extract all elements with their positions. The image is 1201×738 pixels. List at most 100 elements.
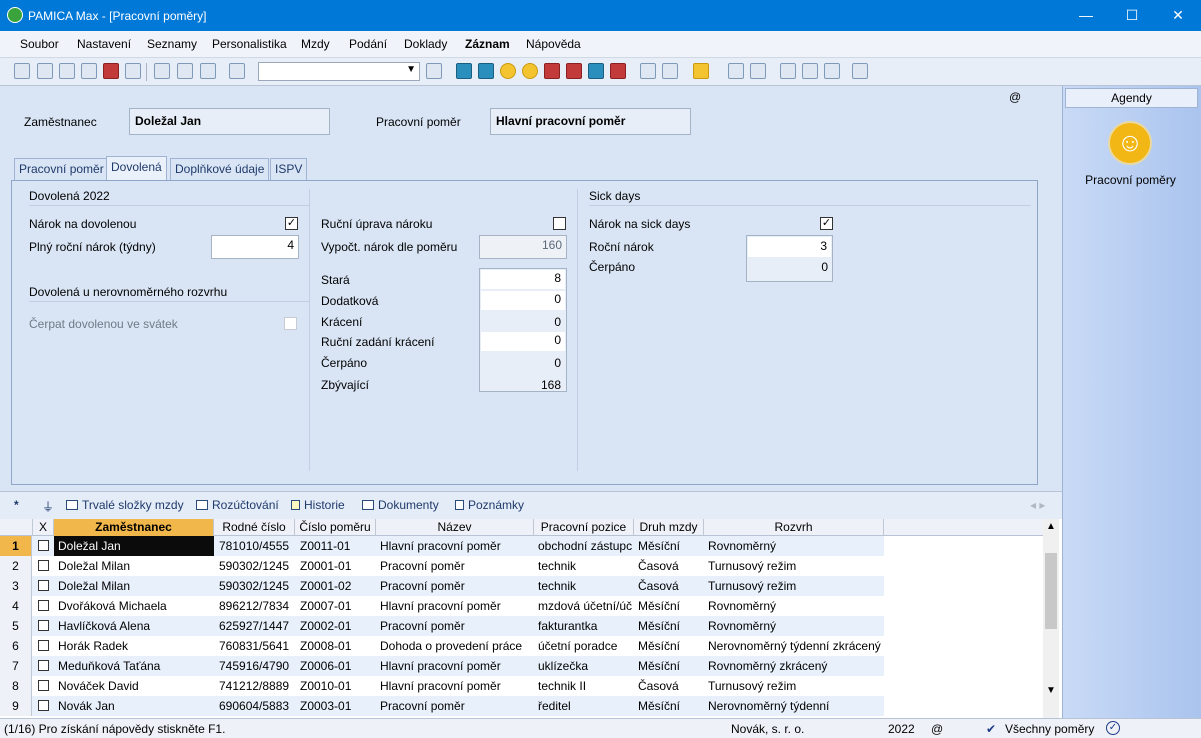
- grid-header-druh-mzdy[interactable]: Druh mzdy: [634, 519, 704, 536]
- list-icon[interactable]: [802, 63, 818, 79]
- agendy-item-label[interactable]: Pracovní poměry: [1063, 173, 1198, 187]
- tab-rozuctovani[interactable]: Rozúčtování: [196, 498, 279, 512]
- vertical-scrollbar[interactable]: ▲ ▼: [1043, 519, 1059, 718]
- minimize-button[interactable]: —: [1063, 0, 1109, 31]
- menu-soubor[interactable]: Soubor: [20, 37, 59, 51]
- confirm-icon[interactable]: ✓: [1106, 721, 1120, 735]
- dodatkova-input[interactable]: 0: [481, 291, 565, 310]
- monthly-icon[interactable]: [456, 63, 472, 79]
- asterisk-icon[interactable]: *: [14, 498, 19, 512]
- save-icon[interactable]: [177, 63, 193, 79]
- grid-header-pozice[interactable]: Pracovní pozice: [534, 519, 634, 536]
- tab-poznamky[interactable]: Poznámky: [455, 498, 524, 512]
- folder-icon[interactable]: [693, 63, 709, 79]
- scroll-up-icon[interactable]: ▲: [1046, 521, 1056, 532]
- row-checkbox[interactable]: [33, 656, 54, 676]
- checkbox[interactable]: [38, 700, 49, 711]
- checkbox[interactable]: [38, 540, 49, 551]
- scroll-down-icon[interactable]: ▼: [1046, 685, 1056, 696]
- sick-rocni-input[interactable]: 3: [748, 237, 831, 257]
- upload-icon[interactable]: [478, 63, 494, 79]
- table-row[interactable]: 9 Novák Jan 690604/5883 Z0003-01 Pracovní po…: [0, 696, 884, 716]
- filter-icon[interactable]: ⏚: [42, 498, 54, 515]
- grid-header-zamestnanec[interactable]: Zaměstnanec: [54, 519, 214, 536]
- export-icon[interactable]: [125, 63, 141, 79]
- checkbox[interactable]: [38, 560, 49, 571]
- menu-personalistika[interactable]: Personalistika: [212, 37, 287, 51]
- filter-icon[interactable]: [640, 63, 656, 79]
- table-row[interactable]: 4 Dvořáková Michaela 896212/7834 Z0007-01 Hl…: [0, 596, 884, 616]
- tab-dovolena[interactable]: Dovolená: [106, 156, 167, 181]
- rucni-uprava-checkbox[interactable]: [553, 217, 566, 230]
- print-icon[interactable]: [59, 63, 75, 79]
- filter-off-icon[interactable]: [662, 63, 678, 79]
- iban-icon[interactable]: [750, 63, 766, 79]
- menu-podani[interactable]: Podání: [349, 37, 387, 51]
- settings-icon[interactable]: [852, 63, 868, 79]
- grid-header-rodne-cislo[interactable]: Rodné číslo: [214, 519, 295, 536]
- tab-pracovni-pomer[interactable]: Pracovní poměr: [14, 158, 109, 180]
- stara-input[interactable]: 8: [481, 270, 565, 289]
- row-checkbox[interactable]: [33, 636, 54, 656]
- menu-mzdy[interactable]: Mzdy: [301, 37, 330, 51]
- plny-narok-input[interactable]: 4: [211, 235, 299, 259]
- status-filter[interactable]: Všechny poměry: [1005, 722, 1094, 736]
- rucni-kraceni-input[interactable]: 0: [481, 332, 565, 351]
- checkbox[interactable]: [38, 680, 49, 691]
- row-checkbox[interactable]: [33, 676, 54, 696]
- filter-records-icon[interactable]: [426, 63, 442, 79]
- employee-field[interactable]: Doležal Jan: [129, 108, 330, 135]
- checkbox[interactable]: [38, 580, 49, 591]
- maximize-button[interactable]: ☐: [1109, 0, 1155, 31]
- scroll-tabs-icon[interactable]: ◂ ▸: [1030, 498, 1045, 512]
- tab-dokumenty[interactable]: Dokumenty: [362, 498, 439, 512]
- checkbox[interactable]: [38, 660, 49, 671]
- print-preview-icon[interactable]: [81, 63, 97, 79]
- grid-header-cislo-pomeru[interactable]: Číslo poměru: [295, 519, 376, 536]
- report-monthly-icon[interactable]: [566, 63, 582, 79]
- accessibility-icon[interactable]: ☺: [1108, 121, 1152, 165]
- monthly-summary-icon[interactable]: [610, 63, 626, 79]
- svatek-checkbox[interactable]: [284, 317, 297, 330]
- grid-header-x[interactable]: X: [33, 519, 54, 536]
- duplicate-icon[interactable]: [229, 63, 245, 79]
- menu-seznamy[interactable]: Seznamy: [147, 37, 197, 51]
- row-checkbox[interactable]: [33, 576, 54, 596]
- menu-nastaveni[interactable]: Nastavení: [77, 37, 131, 51]
- pdf-icon[interactable]: [103, 63, 119, 79]
- tab-ispv[interactable]: ISPV: [270, 158, 308, 180]
- menu-doklady[interactable]: Doklady: [404, 37, 447, 51]
- report-icon[interactable]: [544, 63, 560, 79]
- tab-historie[interactable]: Historie: [291, 498, 345, 512]
- open-icon[interactable]: [14, 63, 30, 79]
- table-row[interactable]: 2 Doležal Milan 590302/1245 Z0001-01 Pracovn…: [0, 556, 884, 576]
- checkbox[interactable]: [38, 620, 49, 631]
- table-row[interactable]: 1 Doležal Jan 781010/4555 Z0011-01 Hlavní pr…: [0, 536, 884, 556]
- toolbar-combo[interactable]: ▼: [258, 62, 420, 81]
- tab-trvale-slozky[interactable]: Trvalé složky mzdy: [66, 498, 184, 512]
- grid-header-rozvrh[interactable]: Rozvrh: [704, 519, 884, 536]
- table-row[interactable]: 6 Horák Radek 760831/5641 Z0008-01 Dohoda o …: [0, 636, 884, 656]
- save-all-icon[interactable]: [200, 63, 216, 79]
- tab-doplnkove-udaje[interactable]: Doplňkové údaje: [170, 158, 270, 180]
- table-row[interactable]: 3 Doležal Milan 590302/1245 Z0001-02 Pracovn…: [0, 576, 884, 596]
- row-checkbox[interactable]: [33, 616, 54, 636]
- copy-record-icon[interactable]: [37, 63, 53, 79]
- row-checkbox[interactable]: [33, 596, 54, 616]
- scroll-thumb[interactable]: [1045, 553, 1057, 629]
- checkbox[interactable]: [38, 640, 49, 651]
- table-row[interactable]: 5 Havlíčková Alena 625927/1447 Z0002-01 Prac…: [0, 616, 884, 636]
- sick-narok-checkbox[interactable]: ✓: [820, 217, 833, 230]
- table-row[interactable]: 8 Nováček David 741212/8889 Z0010-01 Hlavní …: [0, 676, 884, 696]
- person-icon[interactable]: [500, 63, 516, 79]
- table-row[interactable]: 7 Meduňková Taťána 745916/4790 Z0006-01 Hlav…: [0, 656, 884, 676]
- close-button[interactable]: ✕: [1155, 0, 1201, 31]
- relation-field[interactable]: Hlavní pracovní poměr: [490, 108, 691, 135]
- document-icon[interactable]: [824, 63, 840, 79]
- new-icon[interactable]: [154, 63, 170, 79]
- monthly-report-icon[interactable]: [588, 63, 604, 79]
- narok-checkbox[interactable]: ✓: [285, 217, 298, 230]
- message-icon[interactable]: [780, 63, 796, 79]
- calculator-icon[interactable]: [728, 63, 744, 79]
- accessibility-icon[interactable]: [522, 63, 538, 79]
